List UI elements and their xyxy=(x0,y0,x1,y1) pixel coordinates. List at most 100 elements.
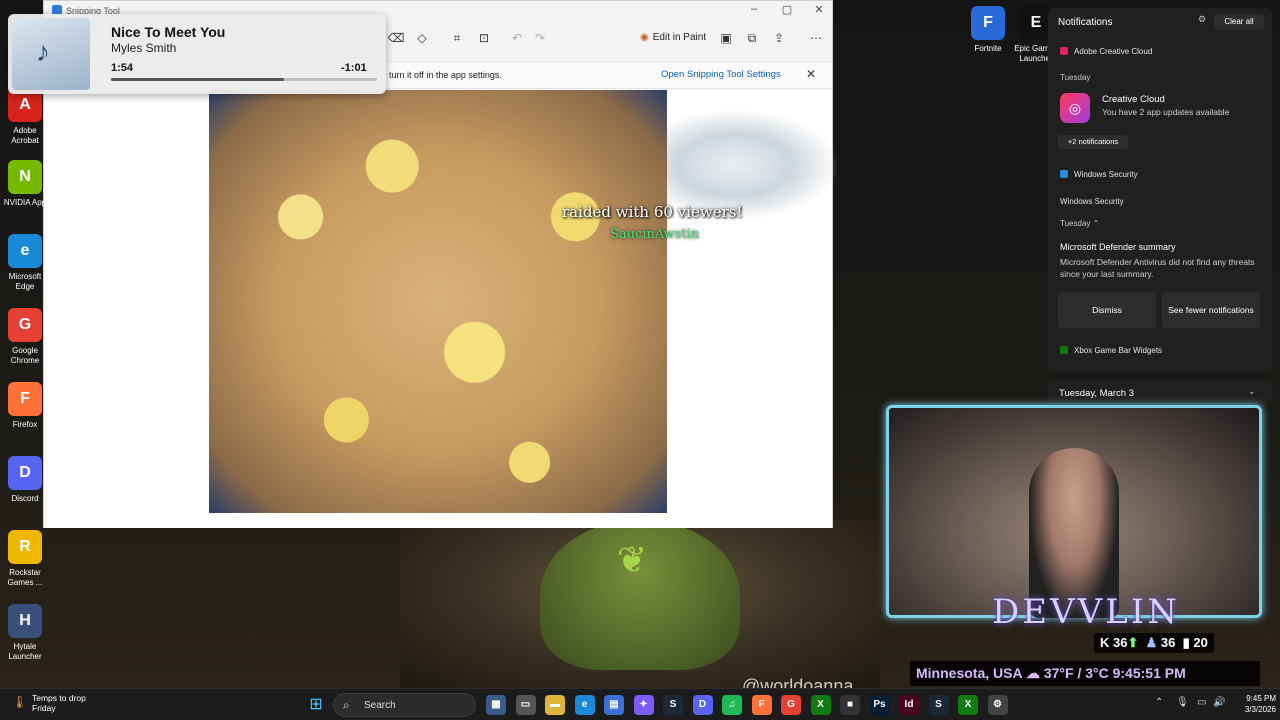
system-clock[interactable]: 9:45 PM 3/3/2026 xyxy=(1232,693,1276,715)
desktop-icon-label: Rockstar Games ... xyxy=(7,568,43,587)
captured-food-image xyxy=(209,90,667,513)
undo-icon[interactable]: ↶ xyxy=(507,29,527,47)
widgets-taskbar-icon[interactable]: ▦ xyxy=(486,695,506,715)
close-button[interactable]: ✕ xyxy=(804,3,834,16)
calendar-header[interactable]: Tuesday, March 3 ⌄ xyxy=(1048,380,1272,406)
album-cover: ♪ xyxy=(12,18,90,90)
app-icon: D xyxy=(8,456,42,490)
dismiss-button[interactable]: Dismiss xyxy=(1058,292,1156,328)
desktop-icon-label: Firefox xyxy=(12,420,38,429)
desktop-icon-1[interactable]: N NVIDIA App xyxy=(2,160,48,208)
steam-2-taskbar-icon[interactable]: S xyxy=(928,695,949,715)
desktop-icon-label: Google Chrome xyxy=(10,346,40,365)
settings-taskbar-icon[interactable]: ⚙ xyxy=(987,695,1008,715)
creative-cloud-icon: ◎ xyxy=(1060,93,1090,123)
chevron-down-icon[interactable]: ⌄ xyxy=(1248,386,1256,397)
windows-security-group-header[interactable]: Windows Security xyxy=(1060,170,1138,179)
app-icon: H xyxy=(8,604,42,638)
close-info-icon[interactable]: ✕ xyxy=(806,67,816,81)
notification-title: Creative Cloud xyxy=(1102,94,1165,105)
more-notifications-button[interactable]: +2 notifications xyxy=(1058,135,1128,149)
up-arrow-icon: ⬆ xyxy=(1127,635,1139,650)
desktop-icon-label: Microsoft Edge xyxy=(8,272,42,291)
edit-in-paint-button[interactable]: ◉ Edit in Paint xyxy=(640,29,706,47)
notification-body: You have 2 app updates available xyxy=(1102,107,1230,117)
weather-widget[interactable]: 🌡 Temps to drop Friday xyxy=(12,693,86,713)
network-icon[interactable]: ▭ xyxy=(1197,697,1206,708)
text-actions-icon[interactable]: ⊡ xyxy=(474,29,494,47)
desktop-icon-label: NVIDIA App xyxy=(3,198,47,207)
maximize-button[interactable]: ▢ xyxy=(772,3,802,16)
volume-icon[interactable]: 🔊 xyxy=(1213,697,1225,708)
bar-chart-icon: ▮ xyxy=(1182,635,1190,650)
photoshop-taskbar-icon[interactable]: Ps xyxy=(869,695,890,715)
playback-progress[interactable] xyxy=(111,78,377,81)
more-options-icon[interactable]: ⋯ xyxy=(806,29,826,47)
eraser-icon[interactable]: ⌫ xyxy=(386,29,406,47)
defender-body: Microsoft Defender Antivirus did not fin… xyxy=(1060,257,1255,279)
desktop-icon-fortnite[interactable]: F Fortnite xyxy=(966,6,1010,54)
remaining-time: -1:01 xyxy=(341,62,367,74)
chevron-up-icon[interactable]: ⌃ xyxy=(1093,219,1100,228)
start-button[interactable]: ⊞ xyxy=(306,695,326,715)
share-icon[interactable]: ⇪ xyxy=(769,29,789,47)
wallpaper-watermark: @worldoanna xyxy=(742,676,854,688)
store-taskbar-icon[interactable]: ▤ xyxy=(604,695,624,715)
discord-taskbar-icon[interactable]: D xyxy=(692,695,713,715)
task-view-taskbar-icon[interactable]: ▭ xyxy=(515,695,536,715)
indesign-taskbar-icon[interactable]: Id xyxy=(899,695,919,715)
open-settings-link[interactable]: Open Snipping Tool Settings xyxy=(661,69,781,80)
chrome-taskbar-icon[interactable]: G xyxy=(781,695,801,715)
weather-icon: ☁ xyxy=(1025,665,1040,681)
xbox-taskbar-icon[interactable]: X xyxy=(810,695,831,715)
stream-stats: K 36⬆ ♟ 36 ▮ 20 xyxy=(1094,633,1214,653)
desktop-icon-2[interactable]: e Microsoft Edge xyxy=(2,234,48,292)
file-explorer-taskbar-icon[interactable]: ▬ xyxy=(545,695,565,715)
paint-icon: ◉ xyxy=(640,32,649,43)
desktop-icon-label: Hytale Launcher xyxy=(8,642,42,661)
day-label: Tuesday ⌃ xyxy=(1060,219,1100,228)
app-dark-taskbar-icon[interactable]: ■ xyxy=(840,695,860,715)
desktop-icon-6[interactable]: R Rockstar Games ... xyxy=(2,530,48,588)
chevron-up-icon[interactable]: ⌃ xyxy=(1155,697,1163,708)
calendar-date: Tuesday, March 3 xyxy=(1059,388,1134,399)
spotify-taskbar-icon[interactable]: ♫ xyxy=(722,695,742,715)
notifications-title: Notifications xyxy=(1058,17,1113,28)
adobe-cc-group-header[interactable]: Adobe Creative Cloud xyxy=(1060,47,1152,56)
adobe-cc-icon xyxy=(1060,47,1068,55)
media-flyout[interactable]: ♪ Nice To Meet You Myles Smith 1:54 -1:0… xyxy=(8,14,386,94)
xbox-2-taskbar-icon[interactable]: X xyxy=(958,695,978,715)
save-icon[interactable]: ▣ xyxy=(716,29,736,47)
xbox-icon xyxy=(1060,346,1068,354)
desktop-icon-4[interactable]: F Firefox xyxy=(2,382,48,430)
app-icon: e xyxy=(8,234,42,268)
steam-taskbar-icon[interactable]: S xyxy=(663,695,683,715)
music-icon: ♪ xyxy=(36,36,50,67)
desktop-icon-label: Fortnite xyxy=(974,44,1002,53)
crop-icon[interactable]: ⌗ xyxy=(447,29,467,47)
day-label: Tuesday xyxy=(1060,73,1091,82)
search-icon: ⌕ xyxy=(343,698,350,712)
webcam-overlay xyxy=(886,405,1262,618)
app-icon: G xyxy=(8,308,42,342)
copy-icon[interactable]: ⧉ xyxy=(742,29,762,47)
desktop-icon-0[interactable]: A Adobe Acrobat xyxy=(2,88,48,146)
shapes-icon[interactable]: ◇ xyxy=(412,29,432,47)
desktop-icon-7[interactable]: H Hytale Launcher xyxy=(2,604,48,662)
firefox-taskbar-icon[interactable]: F xyxy=(751,695,772,715)
minimize-button[interactable]: – xyxy=(739,3,769,15)
search-box[interactable]: ⌕ Search xyxy=(333,693,476,717)
redo-icon[interactable]: ↷ xyxy=(530,29,550,47)
clear-all-button[interactable]: Clear all xyxy=(1214,14,1264,30)
notification-settings-icon[interactable]: ⚙ xyxy=(1198,14,1206,25)
copilot-taskbar-icon[interactable]: ✦ xyxy=(633,695,654,715)
see-fewer-button[interactable]: See fewer notifications xyxy=(1162,292,1260,328)
desktop-icon-3[interactable]: G Google Chrome xyxy=(2,308,48,366)
desktop-icon-5[interactable]: D Discord xyxy=(2,456,48,504)
edge-taskbar-icon[interactable]: e xyxy=(574,695,595,715)
stream-brand: DEVVLIN xyxy=(992,592,1180,632)
fortnite-icon: F xyxy=(971,6,1005,40)
info-text: turn it off in the app settings. xyxy=(389,70,502,80)
microphone-icon[interactable]: 🎙 xyxy=(1176,697,1189,708)
xbox-widgets-group-header[interactable]: Xbox Game Bar Widgets xyxy=(1060,346,1162,355)
